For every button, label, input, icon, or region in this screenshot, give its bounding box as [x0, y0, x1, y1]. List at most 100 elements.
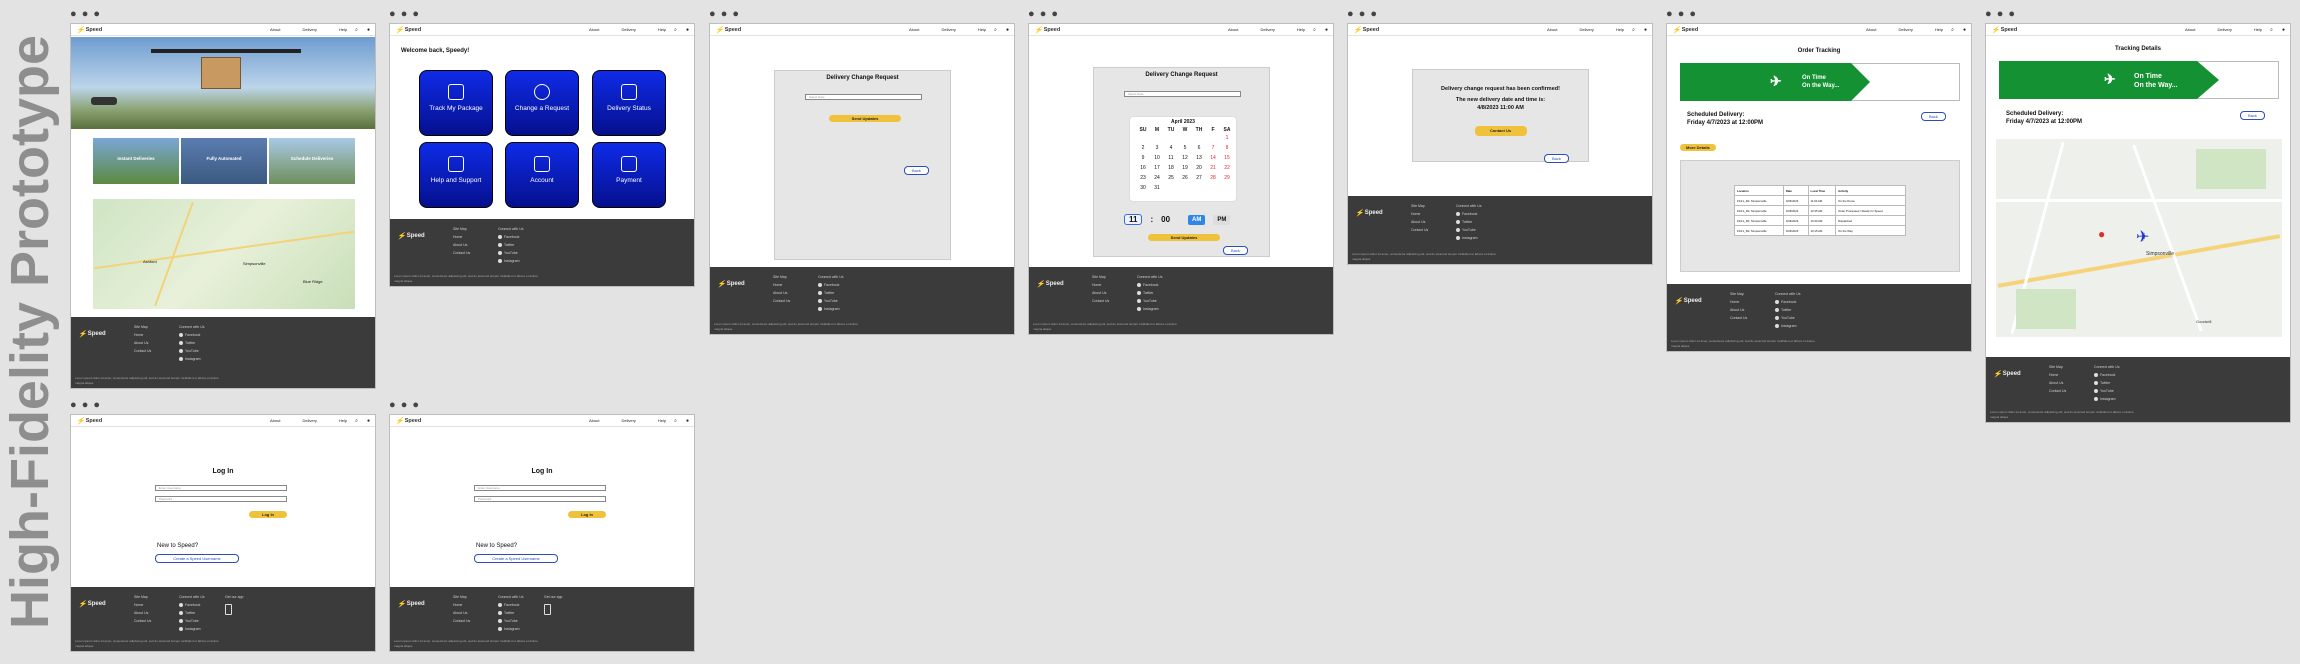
user-icon[interactable]: ● — [1325, 27, 1328, 33]
calendar-day[interactable]: 19 — [1178, 165, 1192, 171]
logo[interactable]: ⚡ Speed — [1034, 26, 1060, 34]
calendar-day[interactable]: 26 — [1178, 175, 1192, 181]
search-icon[interactable]: ⌕ — [1951, 27, 1954, 33]
nav-delivery[interactable]: Delivery — [2217, 27, 2231, 32]
nav-help[interactable]: Help — [1935, 27, 1943, 32]
user-icon[interactable]: ● — [367, 27, 370, 33]
nav-about[interactable]: About — [1228, 27, 1238, 32]
tile-account[interactable]: Account — [505, 142, 579, 208]
social-link[interactable]: Twitter — [1775, 306, 1800, 314]
calendar-day[interactable]: 8 — [1220, 145, 1234, 151]
footer-link[interactable]: About Us — [453, 609, 470, 617]
social-link[interactable]: YouTube — [1775, 314, 1800, 322]
footer-link[interactable]: Home — [1730, 298, 1747, 306]
user-icon[interactable]: ● — [686, 27, 689, 33]
footer-link[interactable]: Home — [773, 281, 790, 289]
footer-link[interactable]: About Us — [1411, 218, 1428, 226]
calendar-day[interactable]: 4 — [1164, 145, 1178, 151]
nav-delivery[interactable]: Delivery — [621, 27, 635, 32]
social-link[interactable]: Twitter — [818, 289, 843, 297]
password-field[interactable]: Password — [474, 496, 606, 502]
nav-delivery[interactable]: Delivery — [621, 418, 635, 423]
nav-about[interactable]: About — [589, 27, 599, 32]
search-icon[interactable]: ⌕ — [1313, 27, 1316, 33]
social-link[interactable]: Facebook — [1456, 210, 1481, 218]
search-icon[interactable]: ⌕ — [994, 27, 997, 33]
social-link[interactable]: YouTube — [818, 297, 843, 305]
social-link[interactable]: Facebook — [1137, 281, 1162, 289]
username-field[interactable]: Enter Username — [474, 485, 606, 491]
social-link[interactable]: Twitter — [2094, 379, 2119, 387]
calendar-day[interactable]: 15 — [1220, 155, 1234, 161]
social-link[interactable]: YouTube — [498, 617, 523, 625]
user-icon[interactable]: ● — [1006, 27, 1009, 33]
phone-icon[interactable] — [225, 604, 232, 615]
social-link[interactable]: Instagram — [1775, 322, 1800, 330]
feature-card[interactable]: Schedule Deliveries — [269, 138, 355, 184]
tile-help-support[interactable]: Help and Support — [419, 142, 493, 208]
logo[interactable]: ⚡ Speed — [1991, 26, 2017, 34]
calendar-day[interactable]: 20 — [1192, 165, 1206, 171]
calendar-day[interactable]: 24 — [1150, 175, 1164, 181]
footer-link[interactable]: About Us — [134, 609, 151, 617]
social-link[interactable]: Facebook — [498, 233, 523, 241]
nav-help[interactable]: Help — [978, 27, 986, 32]
feature-card[interactable]: Fully Automated — [181, 138, 267, 184]
user-icon[interactable]: ● — [1644, 27, 1647, 33]
calendar-day[interactable]: 28 — [1206, 175, 1220, 181]
nav-help[interactable]: Help — [658, 418, 666, 423]
user-icon[interactable]: ● — [1963, 27, 1966, 33]
footer-link[interactable]: About Us — [773, 289, 790, 297]
calendar-day[interactable]: 30 — [1136, 185, 1150, 191]
social-link[interactable]: Facebook — [1775, 298, 1800, 306]
social-link[interactable]: Facebook — [498, 601, 523, 609]
more-details-button[interactable]: More Details — [1680, 144, 1716, 151]
calendar-day[interactable]: 22 — [1220, 165, 1234, 171]
password-field[interactable]: Password — [155, 496, 287, 502]
calendar-day[interactable]: 17 — [1150, 165, 1164, 171]
nav-about[interactable]: About — [270, 27, 280, 32]
footer-link[interactable]: Home — [134, 601, 151, 609]
nav-delivery[interactable]: Delivery — [1579, 27, 1593, 32]
footer-link[interactable]: Contact Us — [453, 617, 470, 625]
user-icon[interactable]: ● — [686, 418, 689, 424]
back-button[interactable]: Back — [904, 166, 929, 175]
footer-link[interactable]: Contact Us — [134, 347, 151, 355]
nav-delivery[interactable]: Delivery — [1260, 27, 1274, 32]
footer-link[interactable]: Contact Us — [134, 617, 151, 625]
nav-about[interactable]: About — [589, 418, 599, 423]
search-icon[interactable]: ⌕ — [674, 27, 677, 33]
nav-delivery[interactable]: Delivery — [941, 27, 955, 32]
tile-payment[interactable]: Payment — [592, 142, 666, 208]
tile-change-request[interactable]: Change a Request — [505, 70, 579, 136]
login-button[interactable]: Log In — [568, 511, 606, 518]
footer-link[interactable]: Contact Us — [2049, 387, 2066, 395]
social-link[interactable]: Instagram — [498, 625, 523, 633]
calendar-day[interactable]: 10 — [1150, 155, 1164, 161]
nav-help[interactable]: Help — [1616, 27, 1624, 32]
calendar-day[interactable]: 1 — [1220, 135, 1234, 141]
nav-about[interactable]: About — [270, 418, 280, 423]
social-link[interactable]: Twitter — [498, 609, 523, 617]
back-button[interactable]: Back — [1223, 246, 1248, 255]
social-link[interactable]: YouTube — [179, 347, 204, 355]
calendar-day[interactable]: 25 — [1164, 175, 1178, 181]
social-link[interactable]: Twitter — [498, 241, 523, 249]
user-icon[interactable]: ● — [367, 418, 370, 424]
search-icon[interactable]: ⌕ — [355, 27, 358, 33]
social-link[interactable]: Instagram — [1137, 305, 1162, 313]
social-link[interactable]: Facebook — [179, 601, 204, 609]
calendar-day[interactable]: 27 — [1192, 175, 1206, 181]
area-map[interactable]: Ashford Simpsonville Blue Ridge — [93, 199, 355, 309]
nav-help[interactable]: Help — [339, 418, 347, 423]
logo[interactable]: ⚡ Speed — [1672, 26, 1698, 34]
pm-toggle[interactable]: PM — [1213, 214, 1231, 225]
back-button[interactable]: Back — [2240, 111, 2265, 120]
footer-link[interactable]: Home — [453, 233, 470, 241]
social-link[interactable]: Facebook — [818, 281, 843, 289]
footer-link[interactable]: Contact Us — [1411, 226, 1428, 234]
calendar-day[interactable]: 14 — [1206, 155, 1220, 161]
footer-link[interactable]: About Us — [1092, 289, 1109, 297]
feature-card[interactable]: Instant Deliveries — [93, 138, 179, 184]
calendar-day[interactable]: 7 — [1206, 145, 1220, 151]
